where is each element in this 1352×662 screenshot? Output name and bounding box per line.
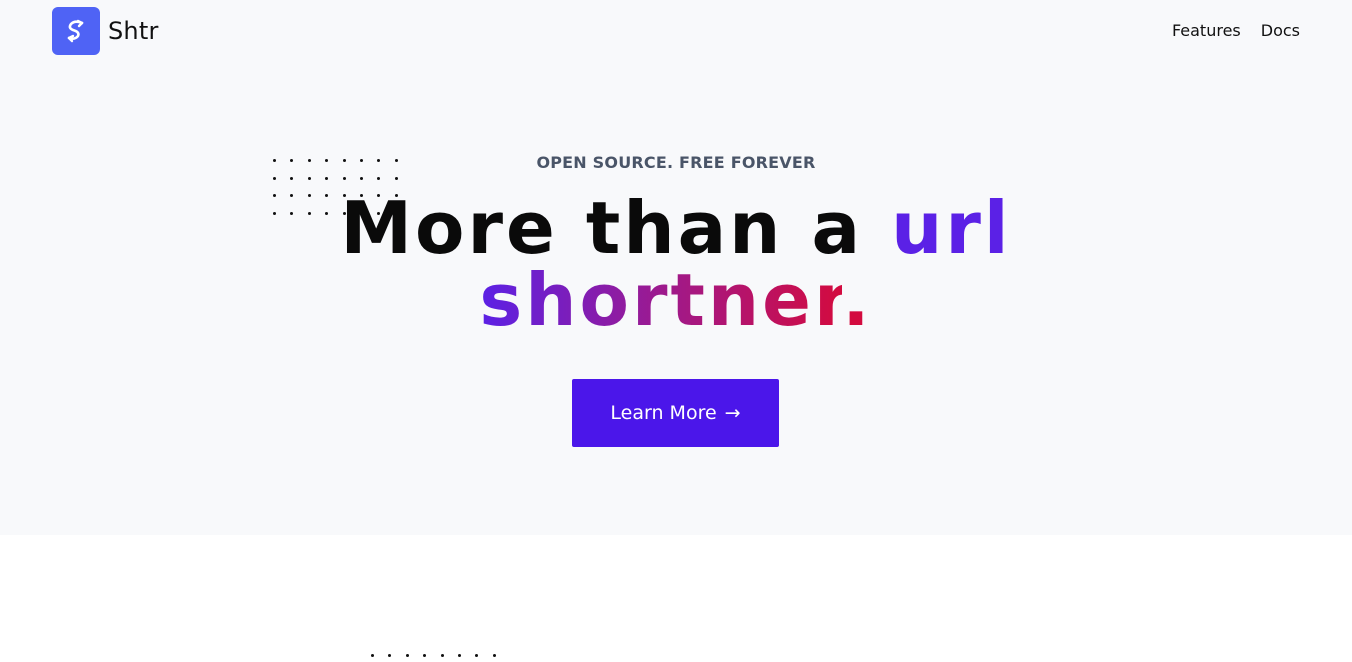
headline-accent-dot: . <box>842 258 873 342</box>
headline-line-2: shortner. <box>0 264 1352 336</box>
dot-grid-decoration-bottom <box>371 654 496 657</box>
headline-line-1: More than a url <box>0 192 1352 264</box>
brand-name: Shtr <box>108 17 159 45</box>
headline-accent-shortner: shortner <box>479 258 843 342</box>
nav-link-features[interactable]: Features <box>1172 21 1241 40</box>
nav-links: Features Docs <box>1172 21 1300 40</box>
brand-link[interactable]: Shtr <box>52 7 159 55</box>
hero-headline: More than a url shortner. <box>0 192 1352 336</box>
headline-accent-url: url <box>891 186 1012 270</box>
shtr-logo-icon <box>52 7 100 55</box>
navbar: Shtr Features Docs <box>0 0 1352 62</box>
nav-link-docs[interactable]: Docs <box>1261 21 1300 40</box>
hero-eyebrow: OPEN SOURCE. FREE FOREVER <box>536 153 816 172</box>
learn-more-label: Learn More <box>610 402 717 424</box>
learn-more-button[interactable]: Learn More → <box>572 379 779 447</box>
arrow-right-icon: → <box>724 402 741 424</box>
